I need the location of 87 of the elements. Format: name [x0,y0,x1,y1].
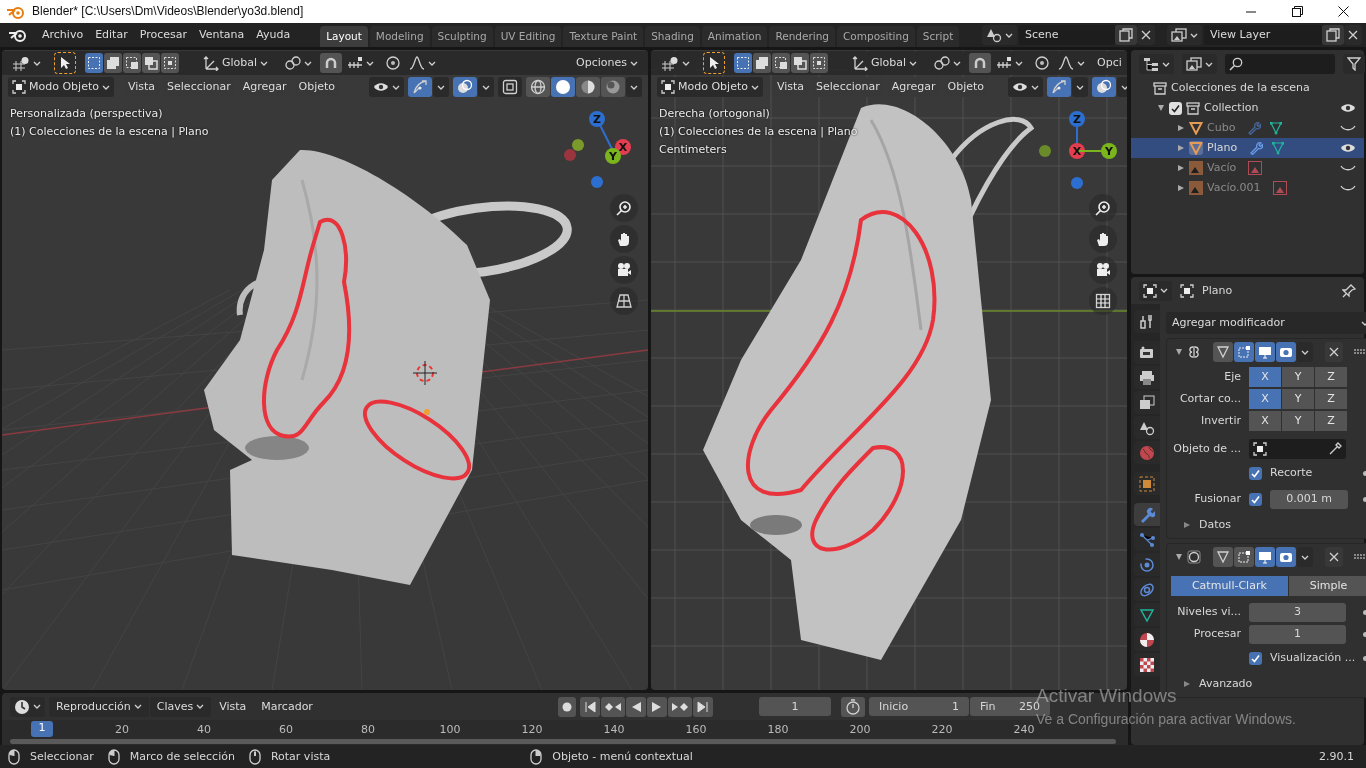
add-modifier-dropdown[interactable]: Agregar modificador [1166,312,1366,334]
property-label: Eje [1223,370,1241,384]
object-name: Plano [1202,283,1233,298]
outliner-item[interactable]: Vacío [1207,161,1237,175]
outliner-item[interactable]: Plano [1207,141,1238,155]
status-hint: Rotar vista [270,749,331,764]
frame-number: 20 [115,724,129,735]
scene-field[interactable]: Scene [1019,25,1115,45]
menu-item[interactable]: Marcador [254,696,320,717]
viewport-info-text: Personalizada (perspectiva) [10,107,163,122]
frame-number: 180 [767,724,789,735]
workspace-tab[interactable]: Texture Paint [563,26,644,47]
axis-toggle[interactable]: X [1249,411,1281,431]
property-label: Invertir [1200,414,1241,428]
frame-number: 220 [931,724,953,735]
subpanel-title[interactable]: Datos [1199,518,1231,532]
menu-item[interactable]: Procesar [133,23,193,47]
property-label: Procesar [1192,627,1241,641]
workspace-tab[interactable]: Layout [320,26,368,47]
axis-label: X [618,141,628,154]
viewport-info-text: Derecha (ortogonal) [659,107,770,122]
viewport-info-text: (1) Colecciones de la escena | Plano [10,125,209,140]
checkbox-label: Visualización ... [1270,651,1356,665]
axis-toggle[interactable]: Z [1315,411,1347,431]
frame-number: 60 [279,724,293,735]
workspace-tab[interactable]: Animation [701,26,768,47]
property-label: Cortar co... [1178,392,1241,406]
workspace-tab[interactable]: UV Editing [494,26,562,47]
workspace-tab[interactable]: Rendering [769,26,835,47]
property-label: Objeto de ... [1172,442,1241,456]
workspace-tab[interactable]: Sculpting [431,26,493,47]
axis-toggle[interactable]: Z [1315,367,1347,387]
frame-number: 240 [1013,724,1035,735]
viewport-info-text: Centimeters [659,143,727,158]
menu-item[interactable]: Ventana [192,23,251,47]
outliner-item[interactable]: Collection [1204,101,1259,115]
axis-toggle[interactable]: Y [1282,411,1314,431]
segmented-option[interactable]: Simple [1288,576,1366,596]
menu-item[interactable]: Ayuda [250,23,297,47]
frame-number: 140 [603,724,625,735]
outliner-item[interactable]: Colecciones de la escena [1171,81,1310,95]
axis-toggle[interactable]: Y [1282,367,1314,387]
outliner-item[interactable]: Cubo [1207,121,1236,135]
workspace-tab[interactable]: Shading [645,26,700,47]
frame-number: 40 [197,724,211,735]
menu-item[interactable]: Vista [212,696,254,717]
axis-toggle[interactable]: Z [1315,389,1347,409]
current-frame-field[interactable]: 1 [759,697,831,716]
axis-label: Z [1073,113,1081,126]
axis-label: Y [609,150,617,163]
workspace-tab[interactable]: Compositing [837,26,915,47]
axis-label: Y [1105,145,1113,158]
status-hint: Marco de selección [129,749,235,764]
outliner-item[interactable]: Vacío.001 [1207,181,1261,195]
workspace-tab[interactable]: Script [916,26,960,47]
subpanel-title[interactable]: Avanzado [1199,677,1253,691]
property-label: Fusionar [1193,492,1241,506]
playhead[interactable]: 1 [31,721,53,737]
frame-number: 200 [849,724,871,735]
frame-number: 160 [685,724,707,735]
frame-number: 80 [361,724,375,735]
start-frame-field[interactable]: Inicio 1 [869,697,969,716]
status-hint: Objeto - menú contextual [552,749,693,764]
axis-toggle[interactable]: X [1249,367,1281,387]
mode-dropdown[interactable]: Modo Objeto [657,77,763,97]
menu-dropdown[interactable]: Reproducción [49,696,149,717]
axis-toggle[interactable]: Y [1282,389,1314,409]
property-label: Niveles vi... [1176,605,1241,619]
segmented-option[interactable]: Catmull-Clark [1171,576,1288,596]
window-title: Blender* [C:\Users\Dm\Videos\Blender\yo3d.blend] [32,4,305,19]
mode-dropdown[interactable]: Modo Objeto [8,77,114,97]
number-field[interactable]: 1 [1249,624,1346,644]
version-label: 2.90.1 [1319,749,1354,764]
axis-label: X [1072,145,1082,158]
status-hint: Seleccionar [30,749,94,764]
workspace-tab[interactable]: Modeling [369,26,430,47]
number-field[interactable]: 0.001 m [1270,489,1348,509]
axis-toggle[interactable]: X [1249,389,1281,409]
menu-item[interactable]: Archivo [36,23,90,47]
checkbox-label: Recorte [1270,466,1314,480]
frame-number: 100 [439,724,461,735]
menu-item[interactable]: Editar [89,23,134,47]
view-layer-field[interactable]: View Layer [1204,25,1322,45]
frame-number: 120 [521,724,543,735]
number-field[interactable]: 3 [1249,602,1346,622]
menu-dropdown[interactable]: Claves [149,696,212,717]
axis-label: Z [593,113,601,126]
